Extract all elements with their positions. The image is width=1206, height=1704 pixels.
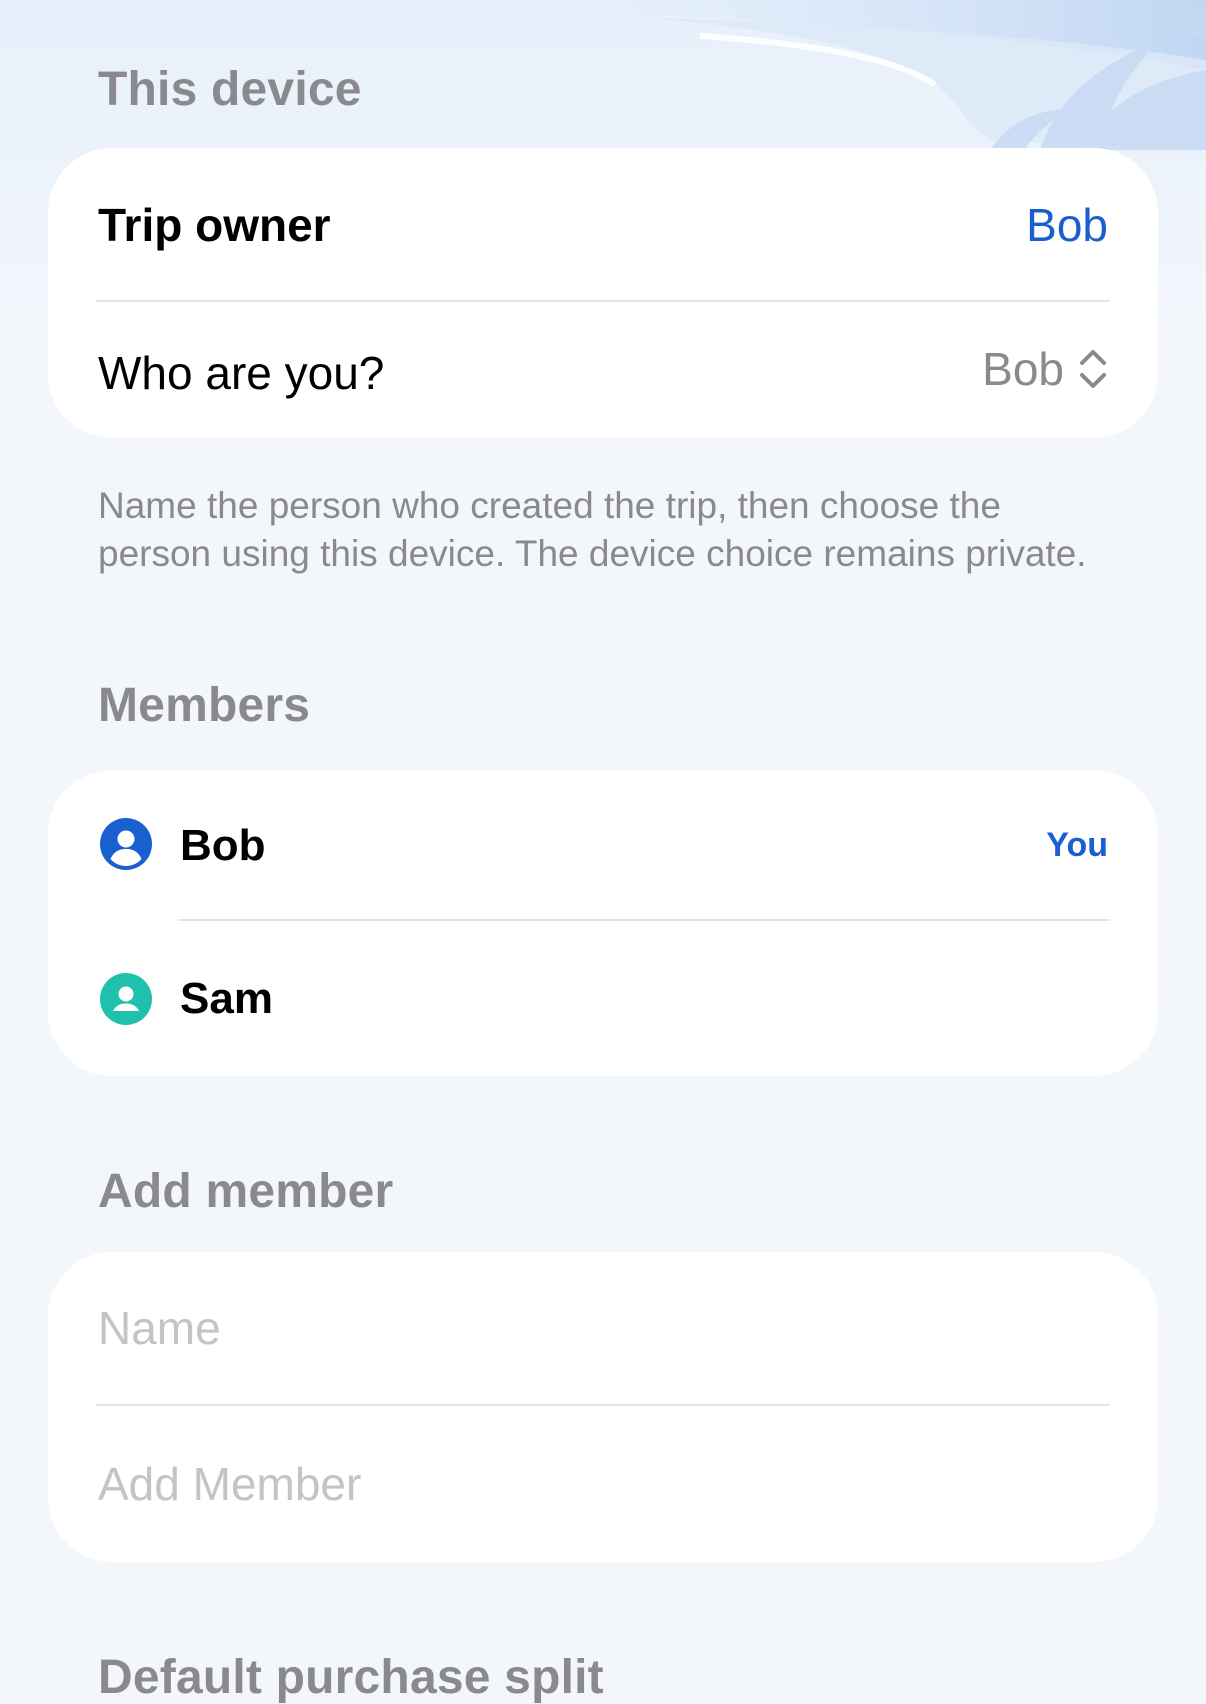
trip-owner-row[interactable]: Trip owner Bob: [48, 148, 1158, 300]
picker-value: Bob: [982, 343, 1064, 395]
device-footnote: Name the person who created the trip, th…: [98, 485, 1087, 574]
who-are-you-row[interactable]: Who are you? Bob: [48, 302, 1158, 438]
who-are-you-label: Who are you?: [98, 347, 385, 399]
member-row-bob[interactable]: Bob You: [48, 770, 1158, 920]
member-name-input[interactable]: [98, 1288, 1098, 1368]
person-circle-icon: [100, 818, 152, 870]
member-name: Bob: [180, 821, 266, 870]
you-badge: You: [1046, 826, 1108, 864]
trip-owner-value[interactable]: Bob: [1026, 202, 1108, 248]
add-member-card: [48, 1252, 1158, 1562]
add-member-field[interactable]: [98, 1444, 1098, 1524]
person-circle-icon: [100, 973, 152, 1025]
members-card: Bob You Sam: [48, 770, 1158, 1076]
section-header-this-device: This device: [98, 63, 362, 116]
row-divider: [96, 1404, 1110, 1406]
who-are-you-picker[interactable]: Bob: [982, 346, 1108, 392]
section-header-add-member: Add member: [98, 1165, 394, 1218]
section-header-default-purchase-split: Default purchase split: [98, 1651, 604, 1704]
device-card: Trip owner Bob Who are you? Bob: [48, 148, 1158, 438]
section-header-members: Members: [98, 679, 311, 732]
chevron-up-down-icon: [1080, 350, 1106, 388]
member-row-sam[interactable]: Sam: [48, 921, 1158, 1076]
trip-owner-label: Trip owner: [98, 199, 331, 251]
member-name: Sam: [180, 974, 273, 1023]
